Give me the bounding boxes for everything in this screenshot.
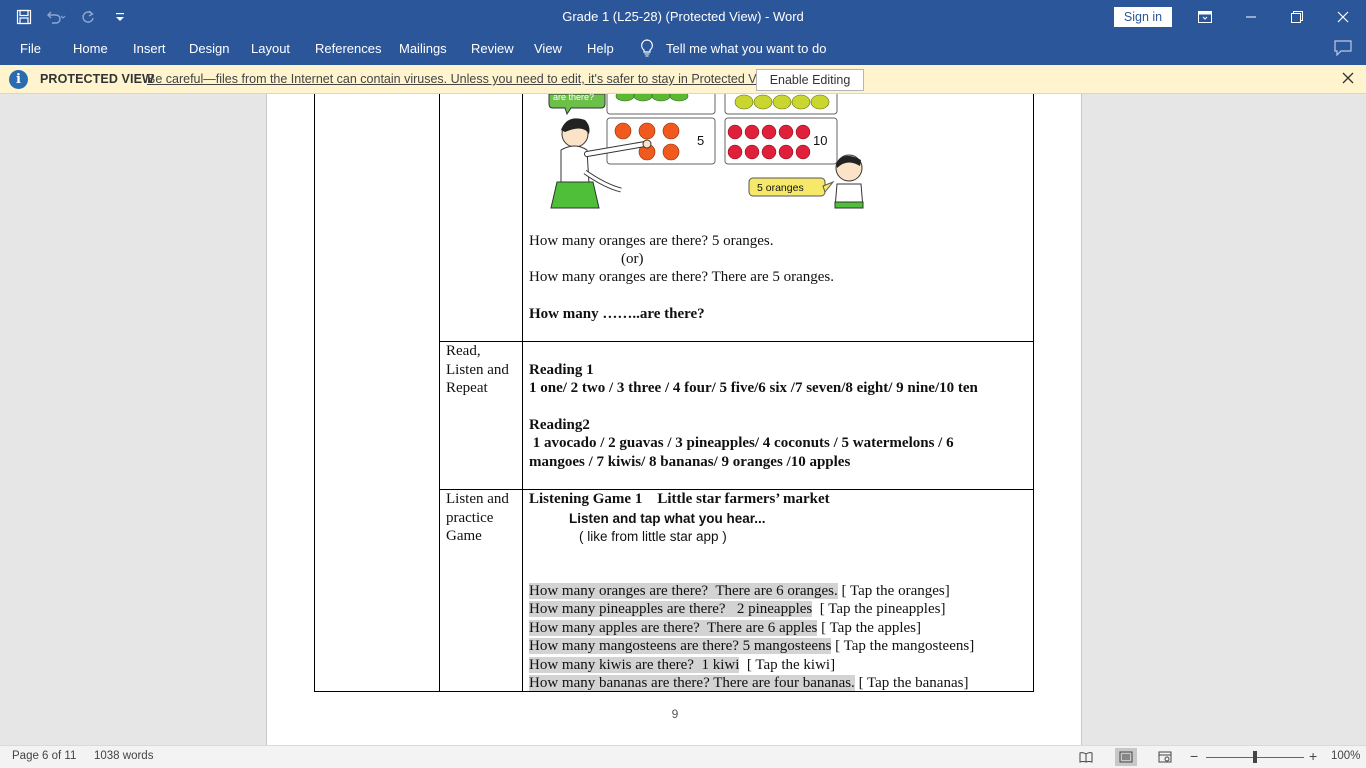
web-layout-icon[interactable] (1154, 748, 1176, 766)
intro-line-2: (or) (621, 251, 644, 267)
qa-tap-instruction: [ Tap the apples] (817, 620, 921, 636)
row-read-label-2: Listen and (446, 362, 509, 378)
comments-icon[interactable] (1334, 40, 1352, 59)
protected-view-bar: i PROTECTED VIEW Be careful—files from t… (0, 65, 1366, 94)
undo-icon[interactable] (42, 3, 70, 31)
table-border-col2 (522, 94, 523, 692)
tab-insert[interactable]: Insert (133, 41, 166, 56)
table-row-divider-1 (439, 341, 1034, 342)
page-count[interactable]: Page 6 of 11 (12, 750, 76, 762)
qa-line: How many apples are there? There are 6 a… (529, 620, 921, 637)
row-game-label-3: Game (446, 528, 482, 544)
game-title: Listening Game 1 Little star farmers’ ma… (529, 491, 830, 507)
reading2-line-2: mangoes / 7 kiwis/ 8 bananas/ 9 oranges … (529, 454, 851, 470)
tab-mailings[interactable]: Mailings (399, 41, 447, 56)
qa-question: How many pineapples are there? 2 pineapp… (529, 601, 813, 617)
status-bar: Page 6 of 11 1038 words − + 100% (0, 745, 1366, 768)
tell-me-label: Tell me what you want to do (666, 40, 827, 56)
row-read-label-3: Repeat (446, 380, 488, 396)
protected-view-title: PROTECTED VIEW (40, 72, 154, 86)
ribbon-display-options-icon[interactable] (1182, 0, 1228, 33)
close-icon[interactable] (1320, 0, 1366, 33)
qa-line: How many oranges are there? There are 6 … (529, 583, 950, 600)
tab-view[interactable]: View (534, 41, 562, 56)
qa-question: How many bananas are there? There are fo… (529, 675, 855, 691)
tab-layout[interactable]: Layout (251, 41, 290, 56)
word-count[interactable]: 1038 words (94, 750, 153, 762)
info-shield-icon: i (9, 70, 28, 89)
minimize-icon[interactable] (1228, 0, 1274, 33)
print-layout-icon[interactable] (1115, 748, 1137, 766)
row-game-label-1: Listen and (446, 491, 509, 507)
qa-question: How many oranges are there? There are 6 … (529, 583, 838, 599)
qa-line: How many bananas are there? There are fo… (529, 675, 968, 692)
qa-question: How many apples are there? There are 6 a… (529, 620, 818, 636)
save-icon[interactable] (10, 3, 38, 31)
reading2-title: Reading2 (529, 417, 590, 433)
close-bar-icon[interactable] (1342, 71, 1354, 89)
restore-icon[interactable] (1274, 0, 1320, 33)
zoom-in-icon[interactable]: + (1309, 748, 1317, 764)
zoom-slider-thumb[interactable] (1253, 751, 1257, 763)
tell-me-box[interactable]: Tell me what you want to do (640, 39, 826, 57)
document-page[interactable]: are there? 5 10 5 oranges How many orang… (266, 94, 1082, 745)
teacher-counting-illustration: are there? 5 10 5 oranges (548, 94, 864, 209)
game-note: ( like from little star app ) (579, 529, 727, 544)
game-subtitle: Listen and tap what you hear... (569, 511, 766, 526)
qa-tap-instruction: [ Tap the bananas] (854, 675, 969, 691)
tab-file[interactable]: File (20, 41, 41, 56)
row-game-label-2: practice (446, 510, 494, 526)
qa-tap-instruction: [ Tap the kiwi] (739, 657, 836, 673)
child-speech-text: 5 oranges (757, 182, 804, 194)
table-border-col1 (439, 94, 440, 692)
qa-tap-instruction: [ Tap the mangosteens] (831, 638, 975, 654)
lightbulb-icon (641, 39, 653, 57)
zoom-level[interactable]: 100% (1331, 750, 1360, 762)
reading2-line-1: 1 avocado / 2 guavas / 3 pineapples/ 4 c… (529, 435, 954, 451)
intro-line-4: How many ……..are there? (529, 306, 705, 322)
title-bar: Grade 1 (L25-28) (Protected View) - Word… (0, 0, 1366, 33)
teacher-speech-text: are there? (553, 94, 594, 102)
sign-in-button[interactable]: Sign in (1114, 7, 1172, 27)
qa-question: How many mangosteens are there? 5 mangos… (529, 638, 832, 654)
tab-home[interactable]: Home (73, 41, 108, 56)
reading1-text: 1 one/ 2 two / 3 three / 4 four/ 5 five/… (529, 380, 978, 396)
protected-view-message[interactable]: Be careful—files from the Internet can c… (147, 72, 778, 86)
qa-question: How many kiwis are there? 1 kiwi (529, 657, 740, 673)
tab-review[interactable]: Review (471, 41, 514, 56)
tab-design[interactable]: Design (189, 41, 229, 56)
document-canvas[interactable]: are there? 5 10 5 oranges How many orang… (0, 94, 1366, 745)
redo-icon[interactable] (74, 3, 102, 31)
ribbon-tabs: File Home Insert Design Layout Reference… (0, 33, 1366, 65)
qa-line: How many mangosteens are there? 5 mangos… (529, 638, 974, 655)
zoom-out-icon[interactable]: − (1190, 748, 1198, 764)
count-five-label: 5 (697, 133, 704, 148)
qa-tap-instruction: [ Tap the oranges] (837, 583, 950, 599)
enable-editing-button[interactable]: Enable Editing (756, 69, 864, 91)
table-border-right (1033, 94, 1034, 692)
table-row-divider-2 (439, 489, 1034, 490)
page-number: 9 (671, 707, 679, 721)
qa-line: How many kiwis are there? 1 kiwi [ Tap t… (529, 657, 835, 674)
intro-line-1: How many oranges are there? 5 oranges. (529, 233, 774, 249)
qa-tap-instruction: [ Tap the pineapples] (812, 601, 946, 617)
tab-references[interactable]: References (315, 41, 381, 56)
qa-line: How many pineapples are there? 2 pineapp… (529, 601, 945, 618)
intro-line-3: How many oranges are there? There are 5 … (529, 269, 834, 285)
quick-access-toolbar (10, 0, 134, 33)
customize-toolbar-icon[interactable] (106, 3, 134, 31)
tab-help[interactable]: Help (587, 41, 614, 56)
read-mode-icon[interactable] (1075, 748, 1097, 766)
table-border-left (314, 94, 315, 692)
row-read-label-1: Read, (446, 343, 481, 359)
count-ten-label: 10 (813, 133, 827, 148)
reading1-title: Reading 1 (529, 362, 594, 378)
